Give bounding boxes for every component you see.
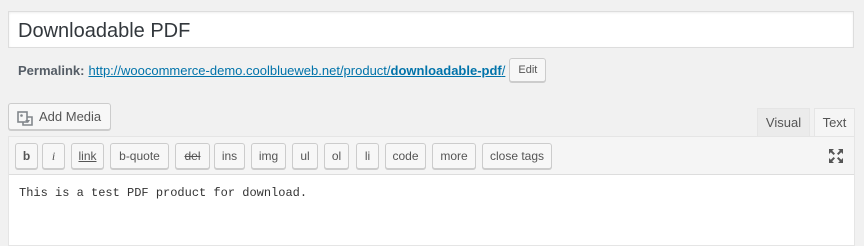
permalink-edit-button[interactable]: Edit: [509, 58, 547, 82]
title-field[interactable]: Downloadable PDF: [8, 11, 854, 48]
fullscreen-icon[interactable]: [828, 148, 844, 164]
add-media-label: Add Media: [39, 109, 102, 124]
quicktag-ol-button[interactable]: ol: [324, 143, 349, 169]
quicktags-toolbar: b i link b-quote del ins img ul ol li co…: [9, 137, 854, 175]
add-media-button[interactable]: Add Media: [8, 103, 111, 130]
permalink-row: Permalink: http://woocommerce-demo.coolb…: [18, 58, 547, 82]
permalink-label: Permalink:: [18, 62, 85, 78]
add-media-icon: [17, 109, 33, 126]
quicktag-ins-button[interactable]: ins: [214, 143, 245, 169]
editor-container: b i link b-quote del ins img ul ol li co…: [8, 136, 855, 246]
quicktag-close-tags-button[interactable]: close tags: [482, 143, 552, 169]
quicktag-bquote-button[interactable]: b-quote: [110, 143, 169, 169]
quicktag-img-button[interactable]: img: [251, 143, 286, 169]
post-title[interactable]: Downloadable PDF: [18, 18, 190, 44]
quicktag-more-button[interactable]: more: [432, 143, 476, 169]
quicktag-del-button[interactable]: del: [175, 143, 210, 169]
tab-visual[interactable]: Visual: [757, 108, 810, 137]
permalink-url-base[interactable]: http://woocommerce-demo.coolblueweb.net/…: [88, 63, 390, 78]
quicktag-ul-button[interactable]: ul: [292, 143, 318, 169]
quicktag-li-button[interactable]: li: [356, 143, 379, 169]
quicktag-link-button[interactable]: link: [71, 143, 104, 169]
permalink-trailing-slash[interactable]: /: [502, 63, 506, 78]
editor-textarea[interactable]: This is a test PDF product for download.: [19, 186, 307, 200]
tab-text[interactable]: Text: [814, 108, 855, 137]
permalink-link[interactable]: http://woocommerce-demo.coolblueweb.net/…: [88, 63, 505, 78]
quicktag-code-button[interactable]: code: [385, 143, 426, 169]
permalink-slug[interactable]: downloadable-pdf: [391, 63, 502, 78]
quicktag-b-button[interactable]: b: [15, 143, 38, 169]
quicktag-i-button[interactable]: i: [42, 143, 65, 169]
